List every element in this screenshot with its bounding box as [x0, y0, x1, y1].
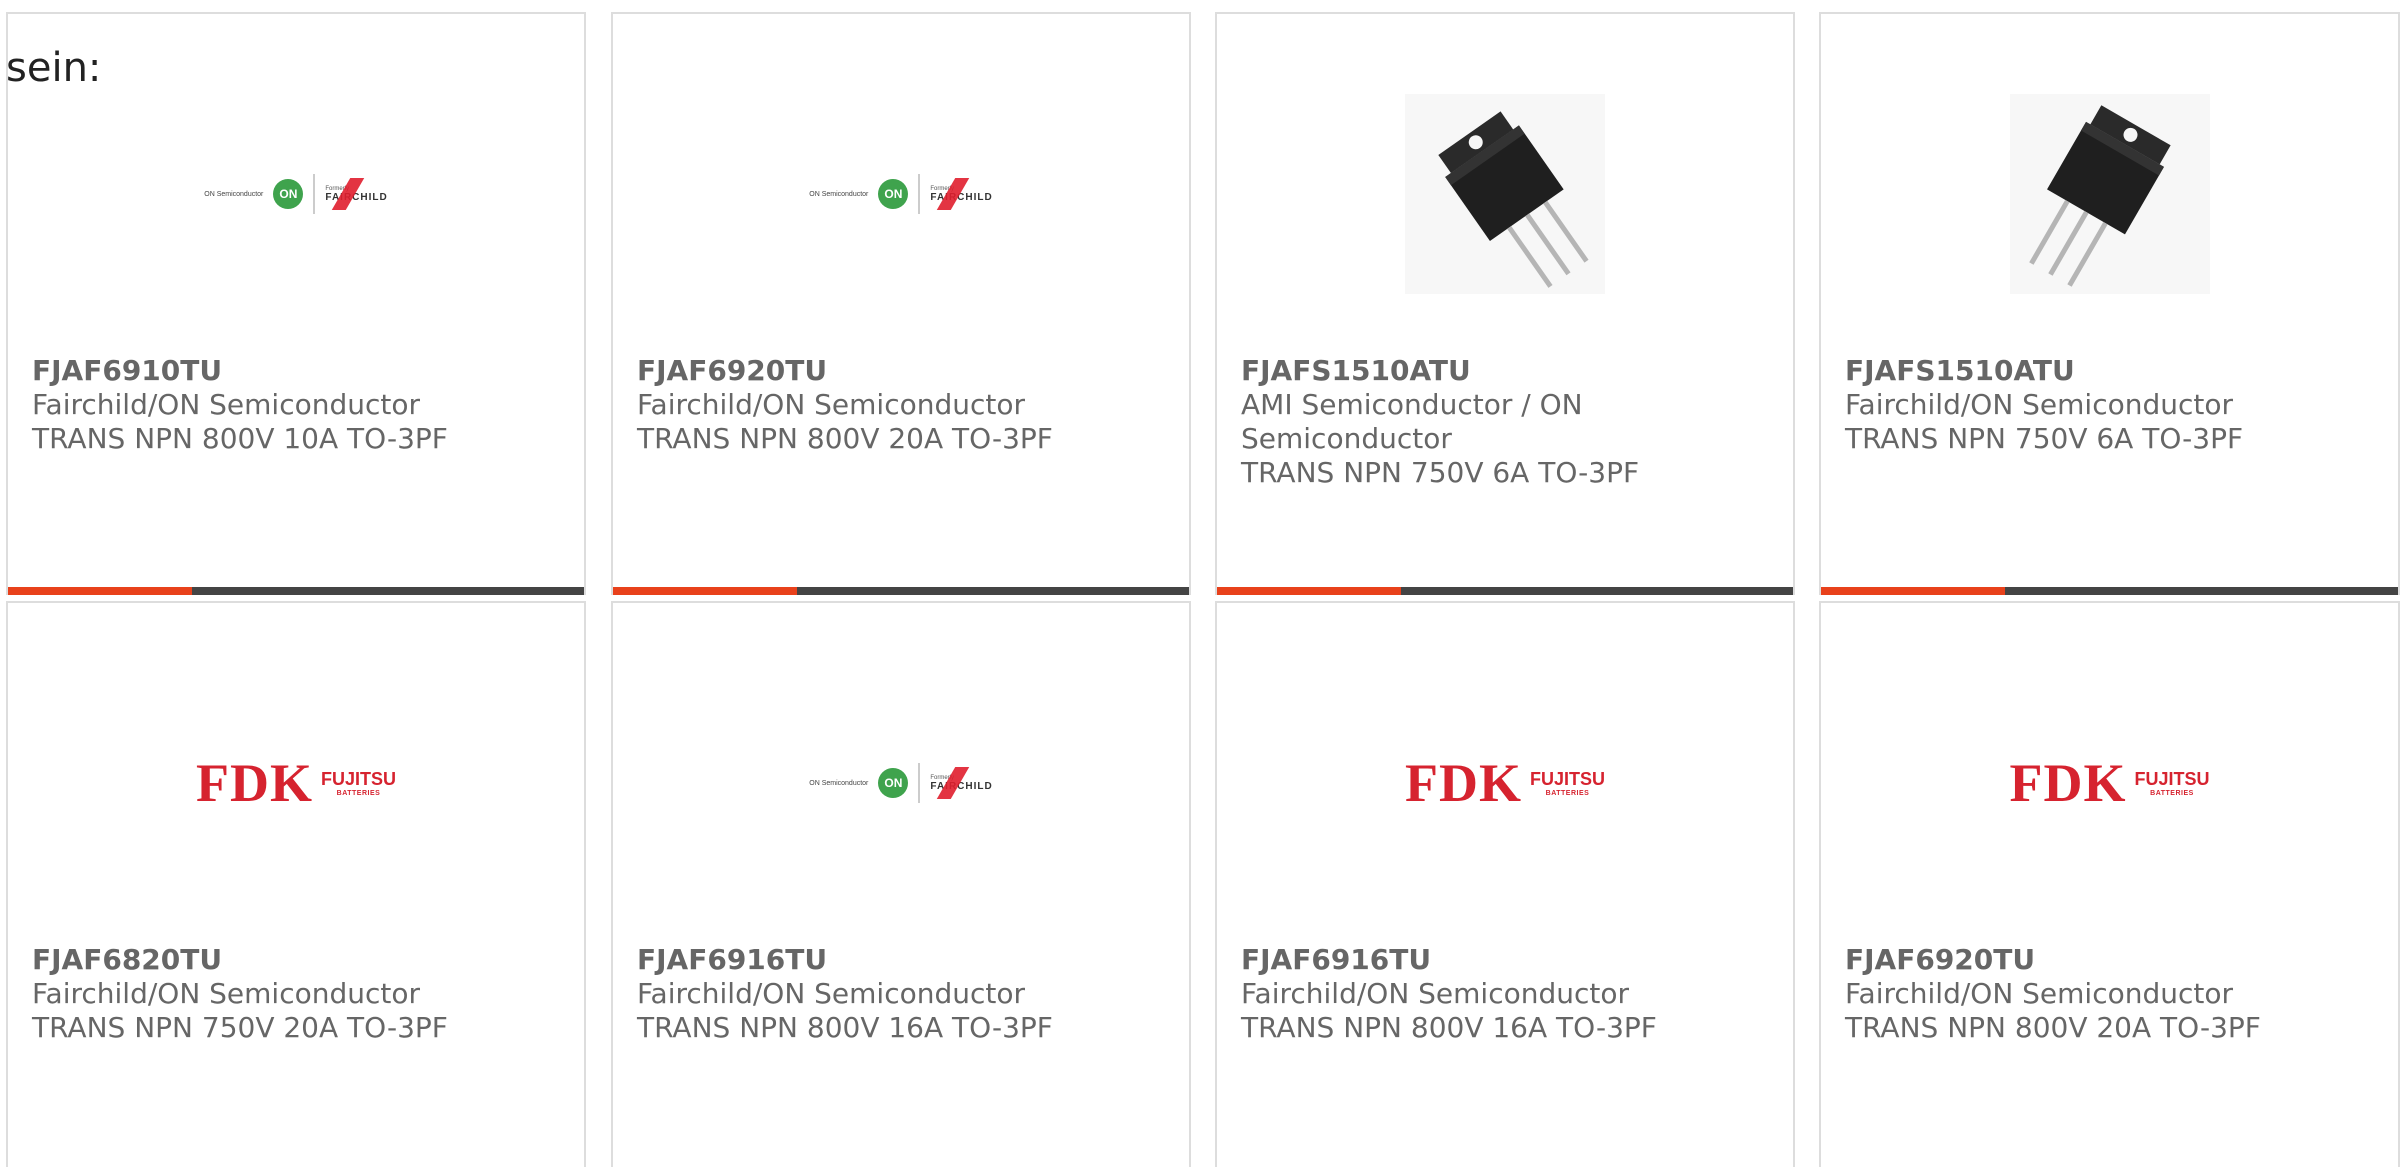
- manufacturer: AMI Semiconductor / ON Semiconductor: [1241, 388, 1583, 455]
- description: TRANS NPN 750V 20A TO-3PF: [32, 1011, 448, 1044]
- manufacturer: Fairchild/ON Semiconductor: [637, 977, 1026, 1010]
- part-number[interactable]: FJAF6916TU: [1241, 943, 1753, 977]
- product-card[interactable]: FJAFS1510ATU AMI Semiconductor / ON Semi…: [1215, 12, 1795, 595]
- product-info: FJAF6820TU Fairchild/ON Semiconductor TR…: [32, 943, 544, 1045]
- description: TRANS NPN 800V 10A TO-3PF: [32, 422, 448, 455]
- logo-divider: [918, 174, 921, 214]
- product-image[interactable]: FDK FUJITSU BATTERIES: [1821, 663, 2398, 903]
- manufacturer: Fairchild/ON Semiconductor: [1241, 977, 1630, 1010]
- fdk-fujitsu-logo: FDK FUJITSU BATTERIES: [195, 753, 396, 813]
- part-number[interactable]: FJAF6820TU: [32, 943, 544, 977]
- manufacturer: Fairchild/ON Semiconductor: [32, 388, 421, 421]
- card-bottom-bar: [1821, 587, 2398, 595]
- product-image[interactable]: ON Semiconductor ON Formerly FAIRCHILD: [613, 663, 1189, 903]
- manufacturer: Fairchild/ON Semiconductor: [1845, 388, 2234, 421]
- transistor-photo: [1405, 94, 1605, 294]
- part-number[interactable]: FJAF6916TU: [637, 943, 1149, 977]
- lead-text: sein:: [6, 45, 102, 91]
- on-semiconductor-icon: ON: [878, 768, 909, 798]
- description: TRANS NPN 750V 6A TO-3PF: [1241, 456, 1640, 489]
- card-accent-bar: [1821, 587, 2005, 595]
- logo-divider: [918, 763, 921, 803]
- description: TRANS NPN 800V 16A TO-3PF: [1241, 1011, 1657, 1044]
- manufacturer: Fairchild/ON Semiconductor: [1845, 977, 2234, 1010]
- product-info: FJAF6910TU Fairchild/ON Semiconductor TR…: [32, 354, 544, 456]
- product-grid-page: sein: ON Semiconductor ON Formerly FAIRC…: [0, 0, 2400, 1167]
- product-info: FJAF6920TU Fairchild/ON Semiconductor TR…: [1845, 943, 2358, 1045]
- product-image[interactable]: [1821, 74, 2398, 314]
- on-fairchild-logo: ON Semiconductor ON Formerly FAIRCHILD: [204, 174, 387, 214]
- card-accent-bar: [1217, 587, 1401, 595]
- product-card[interactable]: FJAFS1510ATU Fairchild/ON Semiconductor …: [1819, 12, 2400, 595]
- description: TRANS NPN 800V 20A TO-3PF: [1845, 1011, 2261, 1044]
- product-card[interactable]: ON Semiconductor ON Formerly FAIRCHILD F…: [611, 601, 1191, 1167]
- product-image[interactable]: FDK FUJITSU BATTERIES: [8, 663, 584, 903]
- part-number[interactable]: FJAFS1510ATU: [1845, 354, 2358, 388]
- logo-divider: [313, 174, 316, 214]
- product-card[interactable]: FDK FUJITSU BATTERIES FJAF6920TU Fairchi…: [1819, 601, 2400, 1167]
- part-number[interactable]: FJAF6910TU: [32, 354, 544, 388]
- product-card[interactable]: FDK FUJITSU BATTERIES FJAF6820TU Fairchi…: [6, 601, 586, 1167]
- card-bottom-bar: [1217, 587, 1793, 595]
- product-card[interactable]: FDK FUJITSU BATTERIES FJAF6916TU Fairchi…: [1215, 601, 1795, 1167]
- manufacturer: Fairchild/ON Semiconductor: [637, 388, 1026, 421]
- transistor-photo: [2009, 94, 2210, 294]
- product-info: FJAF6916TU Fairchild/ON Semiconductor TR…: [1241, 943, 1753, 1045]
- on-fairchild-logo: ON Semiconductor ON Formerly FAIRCHILD: [809, 174, 992, 214]
- card-bottom-bar: [613, 587, 1189, 595]
- fdk-fujitsu-logo: FDK FUJITSU BATTERIES: [1404, 753, 1605, 813]
- on-semiconductor-icon: ON: [273, 179, 304, 209]
- description: TRANS NPN 800V 20A TO-3PF: [637, 422, 1053, 455]
- product-info: FJAFS1510ATU AMI Semiconductor / ON Semi…: [1241, 354, 1753, 490]
- product-image[interactable]: [1217, 74, 1793, 314]
- fdk-fujitsu-logo: FDK FUJITSU BATTERIES: [2009, 753, 2210, 813]
- product-info: FJAF6916TU Fairchild/ON Semiconductor TR…: [637, 943, 1149, 1045]
- part-number[interactable]: FJAF6920TU: [637, 354, 1149, 388]
- product-image[interactable]: FDK FUJITSU BATTERIES: [1217, 663, 1793, 903]
- product-card[interactable]: ON Semiconductor ON Formerly FAIRCHILD F…: [611, 12, 1191, 595]
- description: TRANS NPN 800V 16A TO-3PF: [637, 1011, 1053, 1044]
- on-fairchild-logo: ON Semiconductor ON Formerly FAIRCHILD: [809, 763, 992, 803]
- description: TRANS NPN 750V 6A TO-3PF: [1845, 422, 2244, 455]
- card-accent-bar: [613, 587, 797, 595]
- on-semiconductor-icon: ON: [878, 179, 909, 209]
- product-image[interactable]: ON Semiconductor ON Formerly FAIRCHILD: [613, 74, 1189, 314]
- product-info: FJAF6920TU Fairchild/ON Semiconductor TR…: [637, 354, 1149, 456]
- manufacturer: Fairchild/ON Semiconductor: [32, 977, 421, 1010]
- card-bottom-bar: [8, 587, 584, 595]
- product-image[interactable]: ON Semiconductor ON Formerly FAIRCHILD: [8, 74, 584, 314]
- part-number[interactable]: FJAF6920TU: [1845, 943, 2358, 977]
- product-info: FJAFS1510ATU Fairchild/ON Semiconductor …: [1845, 354, 2358, 456]
- part-number[interactable]: FJAFS1510ATU: [1241, 354, 1753, 388]
- card-accent-bar: [8, 587, 192, 595]
- product-card[interactable]: ON Semiconductor ON Formerly FAIRCHILD F…: [6, 12, 586, 595]
